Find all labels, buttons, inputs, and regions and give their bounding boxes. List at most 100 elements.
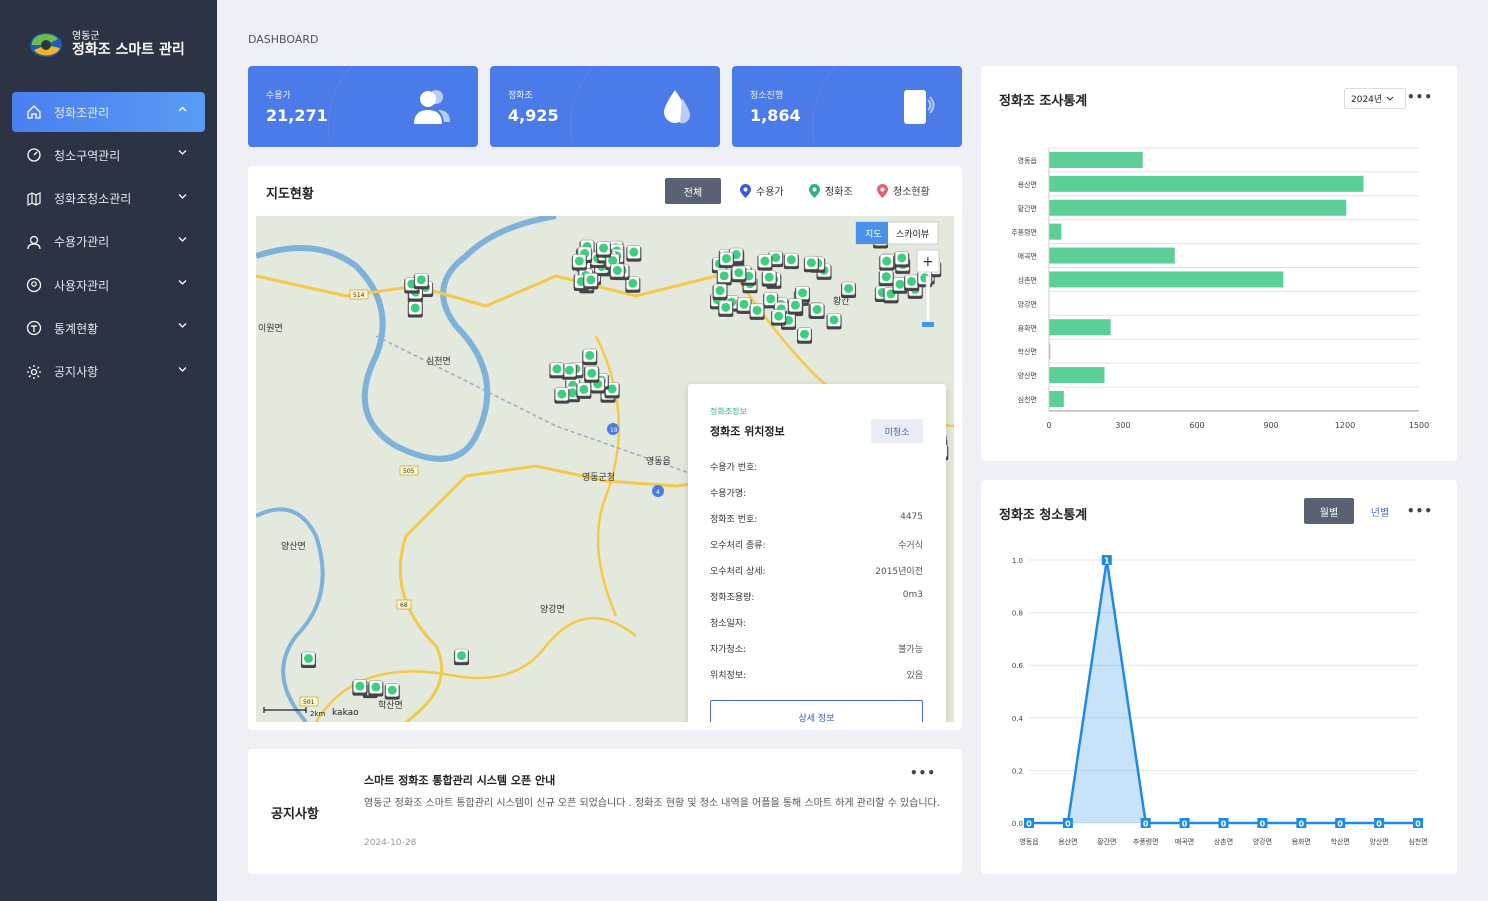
notice-title[interactable]: 스마트 정화조 통합관리 시스템 오픈 안내 xyxy=(364,772,555,788)
tank-marker[interactable] xyxy=(712,283,728,301)
data-point[interactable]: 0 xyxy=(1413,818,1423,829)
tank-marker[interactable] xyxy=(549,362,565,379)
tank-marker[interactable] xyxy=(582,348,598,365)
more-icon[interactable]: ••• xyxy=(910,766,936,780)
data-point[interactable]: 0 xyxy=(1024,818,1034,829)
tank-marker[interactable] xyxy=(716,269,732,286)
tank-marker[interactable] xyxy=(904,274,920,291)
tank-marker[interactable] xyxy=(757,254,773,271)
map-type-toggle[interactable]: 지도 스카이뷰 xyxy=(855,221,939,245)
sidebar-item-6[interactable]: 공지사항 xyxy=(12,352,205,392)
tank-marker[interactable] xyxy=(761,270,777,287)
more-icon[interactable]: ••• xyxy=(1407,90,1433,104)
tank-marker[interactable] xyxy=(718,251,734,269)
notice-label: 공지사항 xyxy=(271,807,319,822)
data-point[interactable]: 0 xyxy=(1218,818,1229,829)
data-point[interactable]: 0 xyxy=(1296,818,1307,829)
bar[interactable] xyxy=(1049,175,1364,192)
map-view[interactable]: 이원면 심천면 영동읍 영동군청 양산면 양강면 학산면 황간 514 19 5… xyxy=(256,216,954,722)
zoom-slider-handle[interactable] xyxy=(922,322,934,327)
tank-marker[interactable] xyxy=(368,680,384,697)
tank-marker[interactable] xyxy=(584,366,600,383)
tank-marker[interactable] xyxy=(826,313,842,330)
tank-marker[interactable] xyxy=(797,327,813,344)
sidebar-item-4[interactable]: 사용자관리 xyxy=(12,265,205,305)
data-point[interactable]: 0 xyxy=(1062,818,1073,829)
tank-marker[interactable] xyxy=(731,265,747,283)
tank-marker[interactable] xyxy=(718,300,734,317)
legend-cleaning[interactable]: 청소현황 xyxy=(877,183,930,198)
map-type-map[interactable]: 지도 xyxy=(865,229,882,240)
data-point[interactable]: 0 xyxy=(1335,818,1346,829)
category-label: 영동읍 xyxy=(1019,837,1039,846)
tank-marker[interactable] xyxy=(736,297,752,314)
year-select[interactable]: 2024년 xyxy=(1344,88,1406,109)
tick-label: 600 xyxy=(1189,421,1204,430)
stat-card-tanks: 정화조 4,925 xyxy=(490,66,720,147)
bar[interactable] xyxy=(1049,223,1062,240)
sidebar-item-2[interactable]: 정화조청소관리 xyxy=(12,179,205,219)
filter-all-button[interactable]: 전체 xyxy=(665,178,721,204)
tank-marker[interactable] xyxy=(583,273,599,290)
tank-marker[interactable] xyxy=(300,651,316,668)
tank-marker[interactable] xyxy=(894,251,910,268)
map-card-title: 지도현황 xyxy=(266,187,314,202)
bar[interactable] xyxy=(1049,199,1347,216)
tank-marker[interactable] xyxy=(453,648,469,666)
data-point[interactable]: 1 xyxy=(1101,555,1112,566)
tank-marker[interactable] xyxy=(596,241,612,258)
tank-marker[interactable] xyxy=(352,679,368,696)
tank-marker[interactable] xyxy=(803,255,819,273)
tank-marker[interactable] xyxy=(879,254,895,271)
tank-marker[interactable] xyxy=(626,245,642,262)
tank-marker[interactable] xyxy=(571,254,587,271)
tank-marker[interactable] xyxy=(783,252,799,270)
map-type-sky[interactable]: 스카이뷰 xyxy=(896,229,929,240)
info-key: 수용가명: xyxy=(710,489,747,499)
more-icon[interactable]: ••• xyxy=(1407,504,1433,518)
tank-marker[interactable] xyxy=(554,387,570,404)
info-value: 수거식 xyxy=(898,541,923,551)
tank-marker[interactable] xyxy=(407,301,423,318)
bar[interactable] xyxy=(1049,151,1143,168)
info-key: 수용가 번호: xyxy=(710,463,758,473)
legend-tank[interactable]: 정화조 xyxy=(809,183,853,198)
info-subtitle: 정화조정보 xyxy=(710,407,747,416)
sidebar-item-3[interactable]: 수용가관리 xyxy=(12,222,205,262)
tank-marker[interactable] xyxy=(413,273,429,290)
legend-customer[interactable]: 수용가 xyxy=(740,183,784,198)
sidebar-item-5[interactable]: 통계현황 xyxy=(12,308,205,348)
tab-yearly[interactable]: 년별 xyxy=(1357,498,1403,524)
tank-marker[interactable] xyxy=(787,298,803,315)
tank-marker[interactable] xyxy=(841,281,857,298)
tank-marker[interactable] xyxy=(609,263,625,280)
bar[interactable] xyxy=(1049,319,1111,336)
tank-marker[interactable] xyxy=(771,309,787,326)
tank-marker[interactable] xyxy=(384,683,400,700)
tab-monthly[interactable]: 월별 xyxy=(1304,498,1354,524)
tank-marker[interactable] xyxy=(878,269,894,287)
sidebar-item-1[interactable]: 청소구역관리 xyxy=(12,135,205,175)
place-label: 양강면 xyxy=(540,604,565,615)
data-point[interactable]: 0 xyxy=(1257,818,1268,829)
tank-marker[interactable] xyxy=(749,303,765,320)
data-point[interactable]: 0 xyxy=(1179,818,1190,829)
stat-card-customers: 수용가 21,271 xyxy=(248,66,478,147)
bar[interactable] xyxy=(1049,271,1284,288)
survey-bar-chart: 영동읍용산면황간면추풍령면매곡면상촌면양강면용화면학산면양산면심천면 0 300 60… xyxy=(1011,147,1429,430)
data-label: 0 xyxy=(1337,820,1343,829)
bar[interactable] xyxy=(1049,247,1175,264)
detail-info-button[interactable]: 상세 정보 xyxy=(710,700,923,722)
sidebar-item-label: 수용가관리 xyxy=(54,235,110,250)
logo[interactable]: 영동군 정화조 스마트 관리 xyxy=(28,30,185,60)
year-value: 2024년 xyxy=(1351,95,1383,105)
zoom-in-button[interactable]: + xyxy=(922,254,934,270)
tank-marker[interactable] xyxy=(809,302,825,320)
gauge-icon xyxy=(26,147,42,163)
data-point[interactable]: 0 xyxy=(1374,818,1385,829)
sidebar-item-0[interactable]: 정화조관리 xyxy=(12,92,205,132)
tank-marker[interactable] xyxy=(576,382,592,399)
data-point[interactable]: 0 xyxy=(1140,818,1151,829)
bar[interactable] xyxy=(1049,367,1105,384)
bar[interactable] xyxy=(1049,390,1064,407)
